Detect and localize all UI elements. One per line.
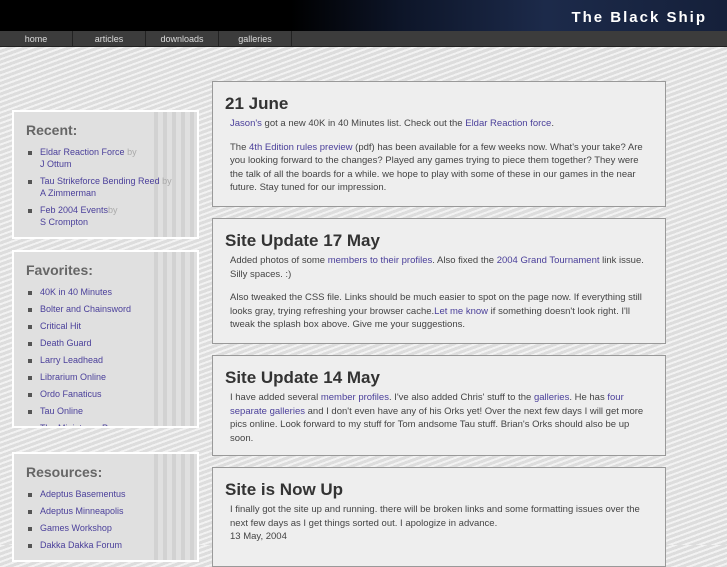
recent-link[interactable]: Feb 2004 Events — [40, 205, 108, 215]
header-banner: The Black Ship — [0, 0, 727, 31]
resource-link[interactable]: Adeptus Minneapolis — [40, 506, 124, 516]
resource-link[interactable]: Adeptus Basementus — [40, 489, 126, 499]
nav-downloads[interactable]: downloads — [146, 31, 219, 46]
post-link[interactable]: Let me know — [434, 306, 488, 317]
list-item: Critical Hit — [26, 320, 185, 332]
resources-heading: Resources: — [26, 464, 103, 480]
author-link[interactable]: A Zimmerman — [40, 188, 96, 198]
resource-link[interactable]: Dakka Dakka Forum — [40, 540, 122, 550]
post-text: Also tweaked the CSS file. Links should … — [230, 292, 642, 330]
favorite-link[interactable]: Ordo Fanaticus — [40, 389, 102, 399]
recent-link[interactable]: Eldar Reaction Force — [40, 147, 125, 157]
list-item: Ordo Fanaticus — [26, 388, 185, 400]
by-label: by — [162, 176, 172, 186]
post-link[interactable]: members to their profiles — [328, 255, 433, 266]
post-date: 13 May, 2004 — [230, 531, 287, 542]
post-site-update-17-may: Site Update 17 May Added photos of some … — [212, 218, 666, 344]
post-text: Added photos of some members to their pr… — [230, 255, 644, 280]
post-site-update-14-may: Site Update 14 May I have added several … — [212, 355, 666, 456]
favorite-link[interactable]: Critical Hit — [40, 321, 81, 331]
post-text: The 4th Edition rules preview (pdf) has … — [230, 141, 643, 194]
post-site-is-now-up: Site is Now Up I finally got the site up… — [212, 467, 666, 567]
list-item: Adeptus Basementus — [26, 488, 185, 500]
post-text: I have added several member profiles. I'… — [230, 392, 644, 444]
post-link[interactable]: 2004 Grand Tournament — [497, 255, 600, 266]
list-item: Librarium Online — [26, 371, 185, 383]
author-link[interactable]: S Crompton — [40, 217, 88, 227]
list-item: Tau Strikeforce Bending Reed by A Zimmerm… — [26, 175, 185, 199]
list-item: Death Guard — [26, 337, 185, 349]
favorite-link[interactable]: 40K in 40 Minutes — [40, 287, 112, 297]
site-title: The Black Ship — [571, 9, 707, 26]
post-title: Site Update 17 May — [225, 231, 380, 250]
post-link[interactable]: galleries — [534, 392, 569, 403]
favorite-link[interactable]: Death Guard — [40, 338, 92, 348]
post-link[interactable]: Eldar Reaction force — [465, 118, 551, 129]
post-title: Site is Now Up — [225, 480, 344, 499]
favorite-link[interactable]: Librarium Online — [40, 372, 106, 382]
recent-heading: Recent: — [26, 122, 78, 138]
favorites-heading: Favorites: — [26, 262, 93, 278]
list-item: Eldar Reaction Force by J Ottum — [26, 146, 185, 170]
nav-galleries[interactable]: galleries — [219, 31, 292, 46]
list-item: 40K in 40 Minutes — [26, 286, 185, 298]
resources-box: Resources: Adeptus Basementus Adeptus Min… — [12, 452, 199, 562]
post-title: Site Update 14 May — [225, 368, 380, 387]
favorite-link[interactable]: The Miniatures Page — [40, 423, 123, 426]
list-item: Larry Leadhead — [26, 354, 185, 366]
nav-home[interactable]: home — [0, 31, 73, 46]
post-link[interactable]: member profiles — [321, 392, 389, 403]
list-item: Adeptus Minneapolis — [26, 505, 185, 517]
post-text: I finally got the site up and running. t… — [230, 504, 640, 542]
favorites-box: Favorites: 40K in 40 Minutes Bolter and C… — [12, 250, 199, 428]
resource-link[interactable]: Games Workshop — [40, 523, 112, 533]
by-label: by — [108, 205, 118, 215]
recent-link[interactable]: Tau Strikeforce Bending Reed — [40, 176, 160, 186]
post-title: 21 June — [225, 94, 289, 113]
post-link[interactable]: Jason's — [230, 118, 262, 129]
nav-bar: home articles downloads galleries — [0, 31, 727, 47]
list-item: Games Workshop — [26, 522, 185, 534]
list-item: Feb 2004 Eventsby S Crompton — [26, 204, 185, 228]
recent-box: Recent: Eldar Reaction Force by J Ottum T… — [12, 110, 199, 239]
post-text: Jason's got a new 40K in 40 Minutes list… — [230, 118, 554, 129]
list-item: The Miniatures Page — [26, 422, 185, 426]
by-label: by — [127, 147, 137, 157]
post-21-june: 21 June Jason's got a new 40K in 40 Minu… — [212, 81, 666, 207]
list-item: Dakka Dakka Forum — [26, 539, 185, 551]
favorite-link[interactable]: Tau Online — [40, 406, 83, 416]
favorite-link[interactable]: Larry Leadhead — [40, 355, 103, 365]
nav-articles[interactable]: articles — [73, 31, 146, 46]
list-item: Tau Online — [26, 405, 185, 417]
list-item: Bolter and Chainsword — [26, 303, 185, 315]
author-link[interactable]: J Ottum — [40, 159, 72, 169]
favorite-link[interactable]: Bolter and Chainsword — [40, 304, 131, 314]
post-link[interactable]: 4th Edition rules preview — [249, 142, 353, 153]
